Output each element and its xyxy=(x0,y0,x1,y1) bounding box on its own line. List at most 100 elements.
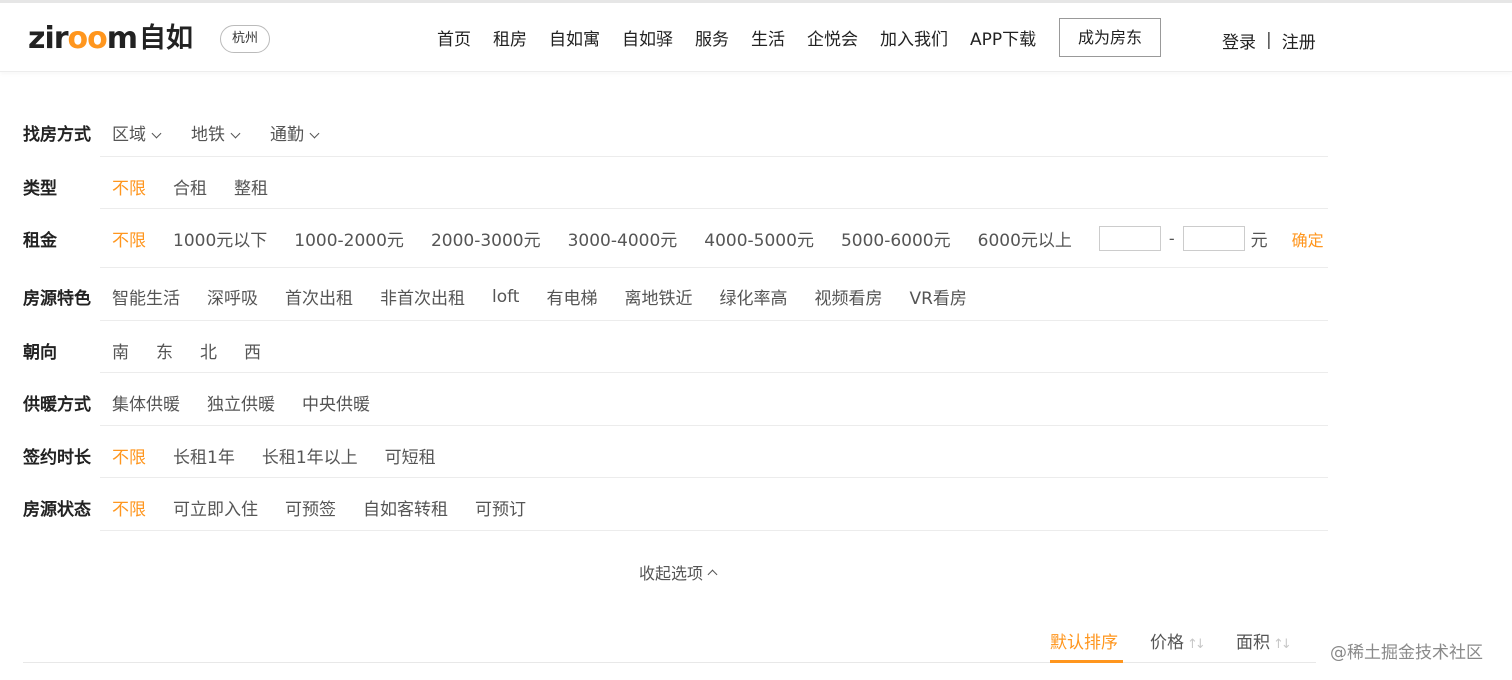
filter-options: 不限 可立即入住 可预签 自如客转租 可预订 xyxy=(112,495,526,520)
feature-option-elevator[interactable]: 有电梯 xyxy=(546,284,597,309)
range-dash: - xyxy=(1168,229,1175,248)
rent-option-4000-5000[interactable]: 4000-5000元 xyxy=(704,226,814,251)
heating-option-central[interactable]: 中央供暖 xyxy=(302,390,370,415)
filter-divider xyxy=(100,208,1328,209)
nav-item-life[interactable]: 生活 xyxy=(751,25,785,55)
nav-item-services[interactable]: 服务 xyxy=(695,25,729,55)
filter-label: 找房方式 xyxy=(23,125,91,145)
rent-option-2000-3000[interactable]: 2000-3000元 xyxy=(431,226,541,251)
type-option-shared[interactable]: 合租 xyxy=(173,174,207,199)
heating-option-collective[interactable]: 集体供暖 xyxy=(112,390,180,415)
filter-options: 智能生活 深呼吸 首次出租 非首次出租 loft 有电梯 离地铁近 绿化率高 视… xyxy=(112,284,967,310)
type-option-any[interactable]: 不限 xyxy=(112,174,146,199)
feature-option-loft[interactable]: loft xyxy=(492,287,519,307)
active-sort-indicator xyxy=(1050,660,1123,663)
method-option-subway[interactable]: 地铁 xyxy=(191,120,241,145)
logo-wordmark: ziroom xyxy=(28,21,138,56)
filter-divider xyxy=(100,320,1328,321)
collapse-label: 收起选项 xyxy=(639,564,704,583)
auth-links: 登录 | 注册 xyxy=(1222,25,1316,55)
filter-label: 类型 xyxy=(23,179,57,199)
nav-item-ziroom-inn[interactable]: 自如驿 xyxy=(622,25,673,55)
lease-option-any[interactable]: 不限 xyxy=(112,443,146,468)
sort-area[interactable]: 面积 ↑↓ xyxy=(1236,628,1292,653)
feature-option-vr-tour[interactable]: VR看房 xyxy=(909,284,966,309)
feature-option-not-first-rental[interactable]: 非首次出租 xyxy=(380,284,465,309)
filter-options: 不限 合租 整租 xyxy=(112,174,268,199)
collapse-options-button[interactable]: 收起选项 xyxy=(639,560,718,584)
sort-default[interactable]: 默认排序 xyxy=(1050,628,1118,653)
nav-item-app-download[interactable]: APP下载 xyxy=(970,25,1036,55)
filter-divider xyxy=(100,530,1328,531)
filter-options: 集体供暖 独立供暖 中央供暖 xyxy=(112,390,370,415)
become-landlord-button[interactable]: 成为房东 xyxy=(1059,18,1161,57)
feature-option-deep-breath[interactable]: 深呼吸 xyxy=(207,284,258,309)
auth-separator: | xyxy=(1266,30,1272,50)
lease-option-one-year[interactable]: 长租1年 xyxy=(173,443,235,468)
sort-bar: 默认排序 价格 ↑↓ 面积 ↑↓ xyxy=(23,620,1316,663)
feature-option-near-subway[interactable]: 离地铁近 xyxy=(624,284,692,309)
filter-divider xyxy=(100,372,1328,373)
rent-confirm-button[interactable]: 确定 xyxy=(1292,227,1324,251)
feature-option-video-tour[interactable]: 视频看房 xyxy=(814,284,882,309)
login-link[interactable]: 登录 xyxy=(1222,28,1256,53)
status-option-reservable[interactable]: 可预订 xyxy=(475,495,526,520)
feature-option-green[interactable]: 绿化率高 xyxy=(719,284,787,309)
logo-chinese: 自如 xyxy=(139,23,194,54)
filter-divider xyxy=(100,156,1328,157)
nav-item-rent[interactable]: 租房 xyxy=(493,25,527,55)
main-nav: 首页 租房 自如寓 自如驿 服务 生活 企悦会 加入我们 APP下载 xyxy=(437,25,1058,55)
rent-option-5000-6000[interactable]: 5000-6000元 xyxy=(841,226,951,251)
method-option-commute[interactable]: 通勤 xyxy=(270,120,320,145)
rent-option-1000-2000[interactable]: 1000-2000元 xyxy=(294,226,404,251)
filter-divider xyxy=(100,267,1328,268)
nav-item-home[interactable]: 首页 xyxy=(437,25,471,55)
chevron-up-icon xyxy=(707,569,718,579)
filter-label: 签约时长 xyxy=(23,448,91,468)
site-header: ziroom 自如 杭州 首页 租房 自如寓 自如驿 服务 生活 企悦会 加入我… xyxy=(0,3,1512,72)
orientation-option-west[interactable]: 西 xyxy=(244,338,261,363)
rent-unit: 元 xyxy=(1250,231,1268,251)
orientation-option-north[interactable]: 北 xyxy=(200,338,217,363)
filter-label: 租金 xyxy=(23,231,57,251)
watermark: @稀土掘金技术社区 xyxy=(1330,643,1483,663)
rent-option-over-6000[interactable]: 6000元以上 xyxy=(978,226,1072,251)
filter-options: 不限 长租1年 长租1年以上 可短租 xyxy=(112,443,436,468)
lease-option-short-term[interactable]: 可短租 xyxy=(385,443,436,468)
method-option-district[interactable]: 区域 xyxy=(112,120,162,145)
nav-item-enterprise[interactable]: 企悦会 xyxy=(807,25,858,55)
status-option-pre-sign[interactable]: 可预签 xyxy=(285,495,336,520)
nav-item-join-us[interactable]: 加入我们 xyxy=(880,25,948,55)
chevron-down-icon xyxy=(230,128,241,139)
chevron-down-icon xyxy=(309,128,320,139)
filter-divider xyxy=(100,477,1328,478)
rent-option-any[interactable]: 不限 xyxy=(112,226,146,251)
sort-arrows-icon: ↑↓ xyxy=(1273,637,1292,652)
rent-max-input[interactable] xyxy=(1182,226,1245,251)
sort-price[interactable]: 价格 ↑↓ xyxy=(1150,628,1206,653)
ziroom-logo[interactable]: ziroom 自如 xyxy=(28,23,193,55)
nav-item-ziroom-apartment[interactable]: 自如寓 xyxy=(549,25,600,55)
city-selector[interactable]: 杭州 xyxy=(220,25,270,53)
type-option-whole[interactable]: 整租 xyxy=(234,174,268,199)
filter-divider xyxy=(100,425,1328,426)
register-link[interactable]: 注册 xyxy=(1282,28,1316,53)
status-option-sublet[interactable]: 自如客转租 xyxy=(363,495,448,520)
filter-label: 供暖方式 xyxy=(23,395,91,415)
filter-options: 南 东 北 西 xyxy=(112,338,261,363)
feature-option-first-rental[interactable]: 首次出租 xyxy=(285,284,353,309)
lease-option-over-one-year[interactable]: 长租1年以上 xyxy=(262,443,358,468)
filter-label: 朝向 xyxy=(23,343,57,363)
heating-option-independent[interactable]: 独立供暖 xyxy=(207,390,275,415)
orientation-option-south[interactable]: 南 xyxy=(112,338,129,363)
status-option-any[interactable]: 不限 xyxy=(112,495,146,520)
filter-label: 房源状态 xyxy=(23,500,91,520)
orientation-option-east[interactable]: 东 xyxy=(156,338,173,363)
feature-option-smart-living[interactable]: 智能生活 xyxy=(112,284,180,309)
status-option-move-in-now[interactable]: 可立即入住 xyxy=(173,495,258,520)
chevron-down-icon xyxy=(151,128,162,139)
rent-option-under-1000[interactable]: 1000元以下 xyxy=(173,226,267,251)
rent-min-input[interactable] xyxy=(1098,226,1161,251)
filter-options: 不限 1000元以下 1000-2000元 2000-3000元 3000-40… xyxy=(112,226,1324,251)
rent-option-3000-4000[interactable]: 3000-4000元 xyxy=(568,226,678,251)
